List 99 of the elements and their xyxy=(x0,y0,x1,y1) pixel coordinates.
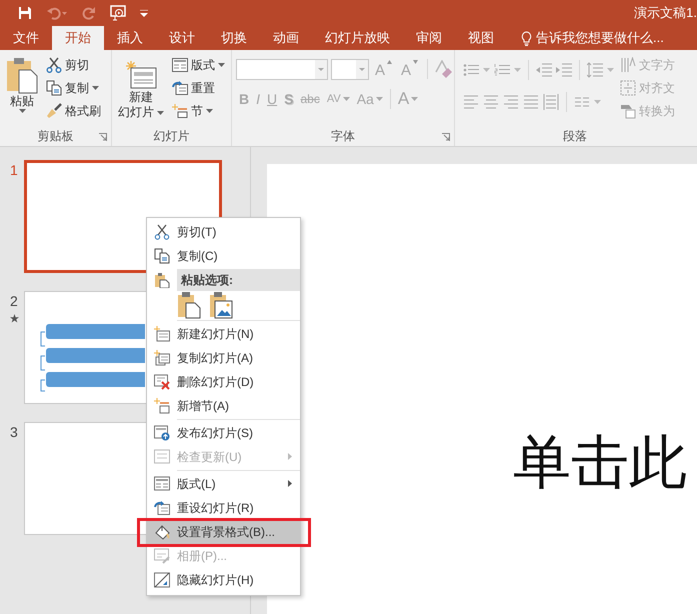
publish-icon xyxy=(154,425,170,441)
clipboard-icon xyxy=(6,56,38,94)
photo-album-icon xyxy=(154,548,170,564)
redo-icon[interactable] xyxy=(82,6,96,20)
ribbon-tab[interactable]: 幻灯片放映 xyxy=(312,26,403,50)
layout-icon xyxy=(154,476,170,492)
copy-icon xyxy=(46,80,62,96)
reset-icon xyxy=(172,81,188,95)
group-label: 幻灯片 xyxy=(154,128,190,145)
dialog-launcher-icon[interactable] xyxy=(442,133,450,141)
menu-item[interactable]: 发布幻灯片(S) xyxy=(147,421,300,445)
text-direction-icon xyxy=(620,57,636,73)
slide-number: 1 xyxy=(10,161,19,180)
dialog-launcher-icon[interactable] xyxy=(99,133,107,141)
caret-icon xyxy=(92,86,99,90)
up-caret-icon xyxy=(387,60,392,64)
slide-number: 3 xyxy=(10,423,19,442)
save-icon[interactable] xyxy=(18,6,32,20)
ribbon-tab[interactable]: 开始 xyxy=(52,26,104,50)
hide-slide-icon xyxy=(154,572,170,588)
decrease-indent-icon[interactable] xyxy=(536,63,552,77)
undo-icon[interactable] xyxy=(46,6,68,20)
paintbrush-icon xyxy=(46,103,62,119)
menu-item[interactable]: 新增节(A) xyxy=(147,394,300,418)
down-caret-icon xyxy=(413,60,418,64)
align-left-icon[interactable] xyxy=(463,95,479,109)
ribbon-tab[interactable]: 设计 xyxy=(156,26,208,50)
numbering-icon[interactable] xyxy=(494,63,510,77)
title-placeholder[interactable]: 单击此 xyxy=(513,430,687,495)
caret-icon xyxy=(514,68,521,72)
menu-item[interactable]: 隐藏幻灯片(H) xyxy=(147,568,300,592)
keep-formatting-paste-icon[interactable] xyxy=(177,291,201,319)
menu-item[interactable]: 版式(L) xyxy=(147,472,300,496)
menu-item[interactable]: 复制幻灯片(A) xyxy=(147,346,300,370)
paint-bucket-icon xyxy=(154,524,170,540)
section-icon xyxy=(172,104,188,118)
menu-item[interactable]: 复制(C) xyxy=(147,244,300,268)
scissors-icon xyxy=(46,57,62,73)
increase-indent-icon[interactable] xyxy=(556,63,572,77)
caret-icon xyxy=(157,110,164,114)
caret-icon xyxy=(206,109,213,113)
lightbulb-icon xyxy=(521,30,532,46)
caret-icon xyxy=(376,97,383,101)
paste-button[interactable]: 粘贴 xyxy=(4,54,40,126)
caret-icon xyxy=(411,97,418,101)
ribbon-button[interactable]: 重置 xyxy=(170,77,227,99)
ribbon-tab[interactable]: 切换 xyxy=(208,26,260,50)
caret-icon xyxy=(594,100,601,104)
reset-icon xyxy=(154,500,170,516)
line-spacing-icon[interactable] xyxy=(587,62,603,78)
ribbon-tab[interactable]: 审阅 xyxy=(403,26,455,50)
picture-paste-icon[interactable] xyxy=(209,291,233,319)
duplicate-slide-icon xyxy=(154,350,170,366)
group-label: 段落 xyxy=(563,128,587,145)
clipboard-icon xyxy=(154,272,170,288)
menu-item[interactable]: 删除幻灯片(D) xyxy=(147,370,300,394)
check-updates-icon xyxy=(154,449,170,465)
caret-icon xyxy=(342,97,350,101)
menu-item[interactable]: 新建幻灯片(N) xyxy=(147,322,300,346)
section-icon xyxy=(154,398,170,414)
distributed-icon[interactable] xyxy=(543,94,559,110)
justify-icon[interactable] xyxy=(523,95,539,109)
delete-slide-icon xyxy=(154,374,170,390)
group-label: 字体 xyxy=(331,128,355,145)
customize-caret-icon[interactable] xyxy=(140,10,148,16)
copy-icon xyxy=(154,248,170,264)
caret-icon xyxy=(218,63,225,67)
bullets-icon[interactable] xyxy=(463,63,479,77)
ribbon-button[interactable]: 格式刷 xyxy=(44,100,107,122)
window-title: 演示文稿1. xyxy=(634,4,697,22)
convert-smartart-icon xyxy=(620,103,636,119)
menu-item[interactable]: 剪切(T) xyxy=(147,220,300,244)
new-slide-icon xyxy=(125,60,157,90)
new-slide-icon xyxy=(154,326,170,342)
align-text-icon xyxy=(620,80,636,96)
caret-icon xyxy=(18,109,26,113)
menu-item[interactable]: 设置背景格式(B)... xyxy=(147,520,300,544)
ribbon-button[interactable]: 复制 xyxy=(44,77,107,99)
menu-item[interactable]: 重设幻灯片(R) xyxy=(147,496,300,520)
caret-icon xyxy=(607,68,614,72)
ribbon-tab[interactable]: 动画 xyxy=(260,26,312,50)
scissors-icon xyxy=(154,224,170,240)
search-field[interactable]: 告诉我您想要做什么... xyxy=(536,28,697,48)
ribbon-button[interactable]: 节 xyxy=(170,100,227,122)
new-slide-button[interactable]: 新建 幻灯片 xyxy=(116,54,166,126)
align-center-icon[interactable] xyxy=(483,95,499,109)
caret-icon xyxy=(483,68,490,72)
layout-icon xyxy=(172,58,188,72)
align-right-icon[interactable] xyxy=(503,95,519,109)
ribbon-tab[interactable]: 文件 xyxy=(0,26,52,50)
group-label: 剪贴板 xyxy=(38,128,74,145)
slideshow-icon[interactable] xyxy=(110,5,126,21)
menu-header: 粘贴选项: xyxy=(177,268,300,290)
slide-number: 2 xyxy=(10,292,19,311)
ribbon-tab[interactable]: 插入 xyxy=(104,26,156,50)
columns-icon[interactable] xyxy=(574,95,590,109)
ribbon-tab[interactable]: 视图 xyxy=(455,26,507,50)
ribbon-button[interactable]: 剪切 xyxy=(44,54,107,76)
ribbon-button[interactable]: 版式 xyxy=(170,54,227,76)
